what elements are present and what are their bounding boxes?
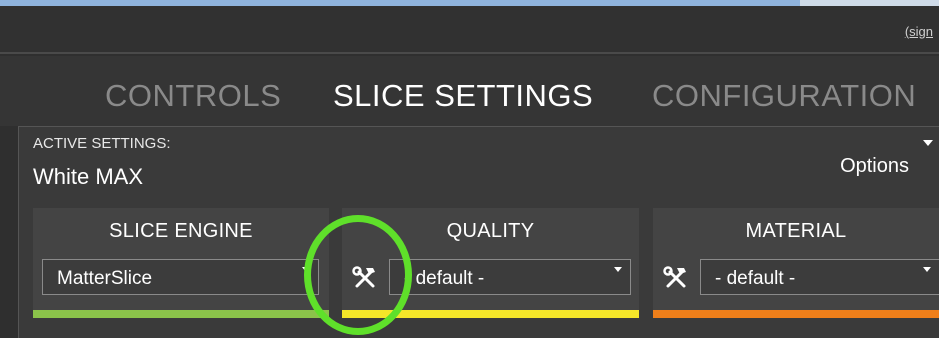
tabs-bar: CONTROLS SLICE SETTINGS CONFIGURATION — [0, 56, 939, 126]
sign-in-link[interactable]: (sign — [905, 24, 933, 39]
slice-engine-color-bar — [33, 310, 329, 318]
quality-dropdown[interactable]: - default - — [389, 259, 631, 295]
highlight-circle-annotation — [304, 215, 412, 335]
tab-configuration[interactable]: CONFIGURATION — [652, 78, 916, 114]
material-dropdown[interactable]: - default - — [700, 259, 939, 295]
dropdown-arrow-icon — [923, 267, 931, 272]
material-card: MATERIAL - default - — [653, 208, 939, 318]
active-settings-value: White MAX — [33, 164, 144, 189]
slice-engine-title: SLICE ENGINE — [109, 220, 253, 242]
material-value: - default - — [715, 268, 796, 289]
material-color-bar — [653, 310, 939, 318]
active-settings-label: ACTIVE SETTINGS: — [33, 135, 171, 152]
dropdown-arrow-icon — [614, 267, 622, 272]
slice-engine-card: SLICE ENGINE MatterSlice — [33, 208, 329, 318]
tab-slice-settings[interactable]: SLICE SETTINGS — [333, 78, 593, 114]
tab-controls[interactable]: CONTROLS — [105, 78, 281, 114]
slice-engine-value: MatterSlice — [57, 268, 153, 289]
quality-value: - default - — [404, 268, 485, 289]
hammer-wrench-icon[interactable] — [663, 265, 689, 291]
options-button[interactable]: Options — [840, 155, 909, 178]
account-bar: (sign — [0, 6, 939, 54]
options-dropdown-arrow-icon[interactable] — [923, 140, 933, 146]
slice-engine-dropdown[interactable]: MatterSlice — [42, 259, 319, 295]
material-title: MATERIAL — [745, 220, 847, 242]
